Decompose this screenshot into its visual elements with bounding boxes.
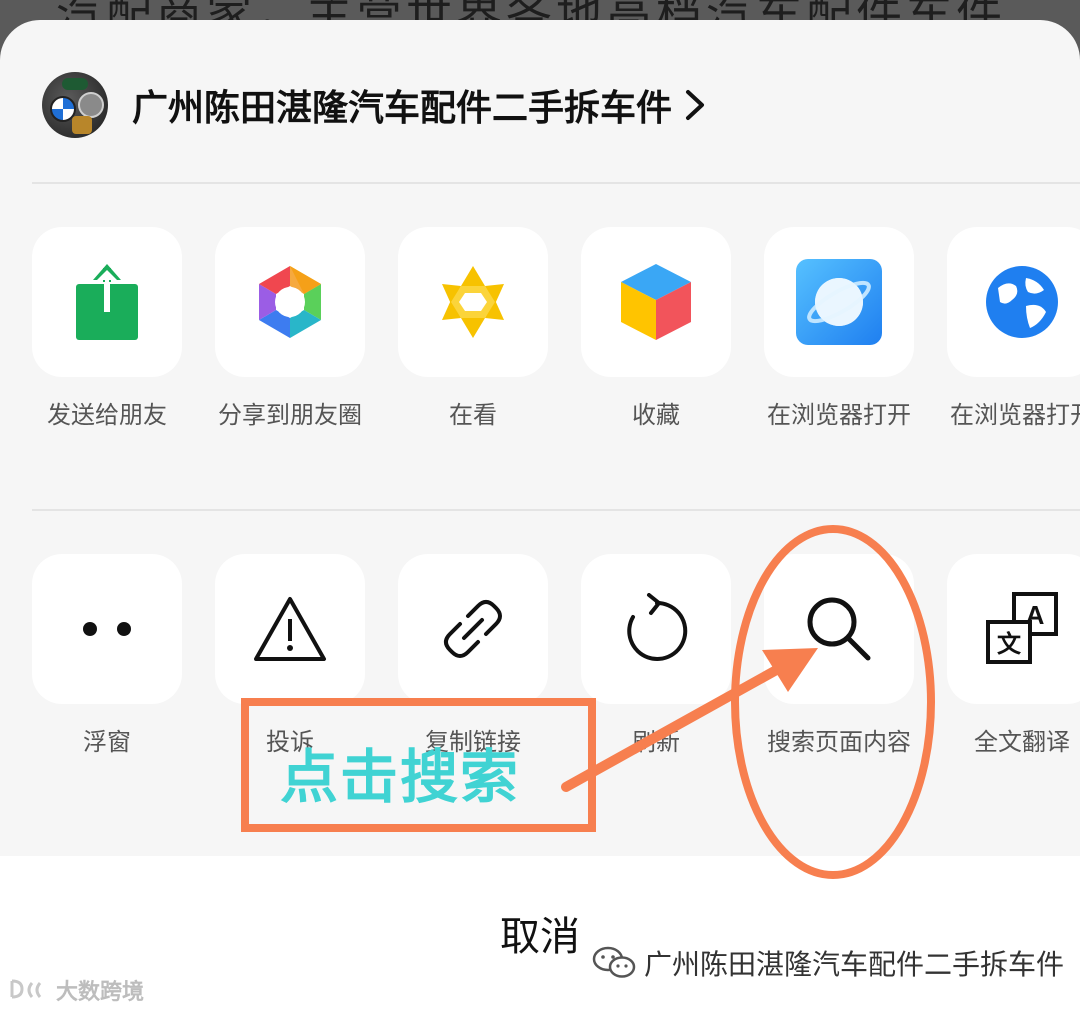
cancel-area: 取消 [0,856,1080,1010]
watermark-left: 大数跨境 [8,974,144,1006]
share-to-moments-button[interactable] [215,227,365,377]
watermark-logo-icon [10,979,42,999]
watermark-left-text: 大数跨境 [56,980,145,1005]
open-in-browser-button[interactable] [764,227,914,377]
floating-window-label: 浮窗 [83,728,131,756]
link-icon [444,600,502,658]
wow-star-icon [442,266,504,338]
watermark-right-text: 广州陈田湛隆汽车配件二手拆车件 [644,948,1065,981]
send-to-friend-button[interactable] [32,227,182,377]
copy-link-button[interactable] [398,554,548,704]
wow-button[interactable] [398,227,548,377]
wechat-icon [592,946,636,978]
account-header[interactable]: 广州陈田湛隆汽车配件二手拆车件 [42,72,708,138]
share-up-icon [76,264,138,340]
globe-icon [986,266,1058,338]
search-page-label: 搜索页面内容 [767,728,911,756]
translate-button[interactable]: A 文 [947,554,1080,704]
svg-text:文: 文 [997,630,1022,658]
annotation-text: 点击搜索 [280,743,521,811]
warning-icon [254,597,326,661]
complain-button[interactable] [215,554,365,704]
translate-label: 全文翻译 [974,728,1070,756]
search-page-button[interactable] [764,554,914,704]
chevron-right-icon [686,90,705,120]
favorite-label: 收藏 [632,401,680,429]
account-avatar [42,72,108,138]
refresh-icon [627,593,688,661]
account-name: 广州陈田湛隆汽车配件二手拆车件 [132,88,673,129]
share-to-moments-label: 分享到朋友圈 [218,401,362,429]
floating-window-icon [83,622,131,636]
translate-icon: A 文 [986,592,1058,664]
share-action-sheet: 广州陈田湛隆汽车配件二手拆车件 发送给朋友 分享到朋友圈 在看 收藏 在浏览器打… [0,20,1080,1010]
refresh-label: 刷新 [632,728,680,756]
favorite-cube-icon [621,264,691,340]
moments-aperture-icon [259,266,321,338]
open-in-browser-label: 在浏览器打开 [767,401,911,429]
browser-planet-icon [796,259,882,345]
divider [32,509,1080,511]
favorite-button[interactable] [581,227,731,377]
divider [32,182,1080,184]
refresh-button[interactable] [581,554,731,704]
search-icon [807,597,871,661]
open-in-browser-2-label: 在浏览器打开 [950,401,1080,429]
open-in-browser-2-button[interactable] [947,227,1080,377]
send-to-friend-label: 发送给朋友 [47,401,167,429]
floating-window-button[interactable] [32,554,182,704]
watermark-right: 广州陈田湛隆汽车配件二手拆车件 [592,943,1064,983]
wow-label: 在看 [449,401,497,429]
